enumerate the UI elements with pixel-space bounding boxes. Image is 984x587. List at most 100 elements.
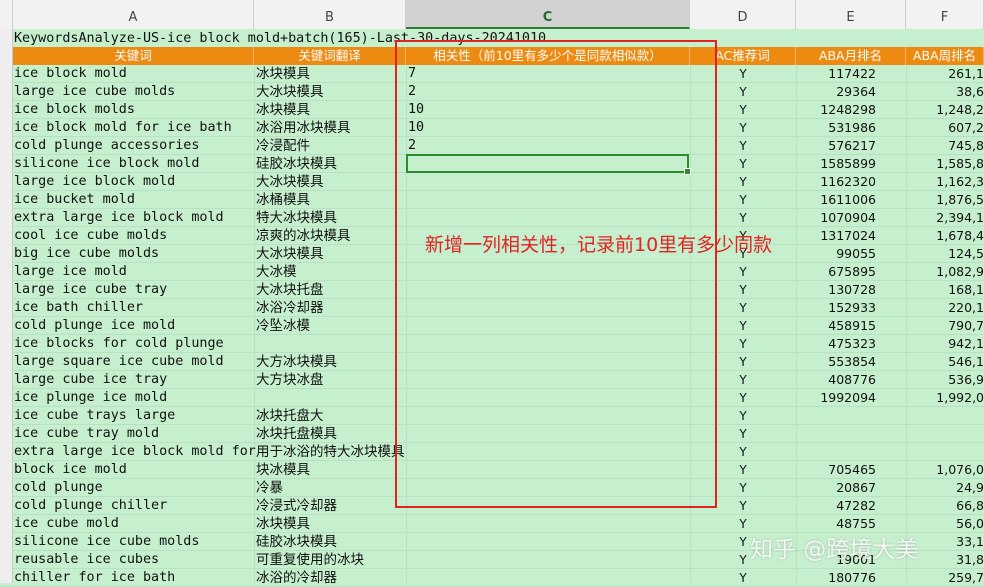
ac-recommend-cell[interactable]: Y xyxy=(690,443,796,461)
ac-recommend-cell[interactable]: Y xyxy=(690,83,796,101)
header-relevance[interactable]: 相关性（前10里有多少个是同款相似款） xyxy=(406,47,690,65)
aba-week-rank-cell[interactable]: 1,585,8 xyxy=(906,155,984,173)
translation-cell[interactable]: 硅胶冰块模具 xyxy=(256,155,337,173)
table-row[interactable]: chiller for ice bath 冰浴的冷却器 Y 180776 259,7 xyxy=(0,569,984,587)
keyword-cell[interactable]: cold plunge chiller xyxy=(14,497,167,515)
aba-week-rank-cell[interactable]: 66,8 xyxy=(906,497,984,515)
keyword-cell[interactable]: ice blocks for cold plunge xyxy=(14,335,224,353)
column-header-c[interactable]: C xyxy=(406,0,690,29)
keyword-cell[interactable]: ice block mold xyxy=(14,65,127,83)
keyword-cell[interactable]: ice block mold for ice bath xyxy=(14,119,232,137)
aba-week-rank-cell[interactable]: 1,076,0 xyxy=(906,461,984,479)
table-row[interactable]: ice cube tray mold 冰块托盘模具 Y xyxy=(0,425,984,443)
ac-recommend-cell[interactable]: Y xyxy=(690,191,796,209)
ac-recommend-cell[interactable]: Y xyxy=(690,173,796,191)
ac-recommend-cell[interactable]: Y xyxy=(690,101,796,119)
keyword-cell[interactable]: ice cube mold xyxy=(14,515,119,533)
translation-cell[interactable]: 冰块托盘模具 xyxy=(256,425,337,443)
ac-recommend-cell[interactable]: Y xyxy=(690,371,796,389)
aba-month-rank-cell[interactable]: 458915 xyxy=(796,317,876,335)
aba-week-rank-cell[interactable] xyxy=(906,425,984,443)
translation-cell[interactable]: 冷暴 xyxy=(256,479,283,497)
ac-recommend-cell[interactable]: Y xyxy=(690,155,796,173)
ac-recommend-cell[interactable]: Y xyxy=(690,209,796,227)
keyword-cell[interactable]: large ice block mold xyxy=(14,173,175,191)
aba-week-rank-cell[interactable]: 24,9 xyxy=(906,479,984,497)
translation-cell[interactable]: 冷浸式冷却器 xyxy=(256,497,337,515)
column-header-f[interactable]: F xyxy=(906,0,984,29)
keyword-cell[interactable]: chiller for ice bath xyxy=(14,569,175,587)
ac-recommend-cell[interactable]: Y xyxy=(690,461,796,479)
translation-cell[interactable]: 大冰模 xyxy=(256,263,297,281)
ac-recommend-cell[interactable]: Y xyxy=(690,317,796,335)
table-row[interactable]: ice block mold for ice bath 冰浴用冰块模具 10 Y 531… xyxy=(0,119,984,137)
translation-cell[interactable]: 凉爽的冰块模具 xyxy=(256,227,351,245)
table-row[interactable]: large ice cube tray 大冰块托盘 Y 130728 168,1 xyxy=(0,281,984,299)
keyword-cell[interactable]: big ice cube molds xyxy=(14,245,159,263)
table-row[interactable]: ice bucket mold 冰桶模具 Y 1611006 1,876,5 xyxy=(0,191,984,209)
translation-cell[interactable]: 冰浴的冷却器 xyxy=(256,569,337,587)
translation-cell[interactable]: 大方块冰盘 xyxy=(256,371,324,389)
keyword-cell[interactable]: cool ice cube molds xyxy=(14,227,167,245)
aba-week-rank-cell[interactable]: 261,1 xyxy=(906,65,984,83)
keyword-cell[interactable]: silicone ice block mold xyxy=(14,155,199,173)
keyword-cell[interactable]: extra large ice block mold for xyxy=(14,443,256,461)
relevance-cell[interactable]: 2 xyxy=(408,83,416,101)
aba-month-rank-cell[interactable] xyxy=(796,407,876,425)
aba-month-rank-cell[interactable]: 531986 xyxy=(796,119,876,137)
aba-week-rank-cell[interactable]: 1,678,4 xyxy=(906,227,984,245)
aba-week-rank-cell[interactable]: 745,8 xyxy=(906,137,984,155)
translation-cell[interactable]: 冷坠冰模 xyxy=(256,317,310,335)
table-row[interactable]: ice block molds 冰块模具 10 Y 1248298 1,248,2 xyxy=(0,101,984,119)
aba-week-rank-cell[interactable]: 259,7 xyxy=(906,569,984,587)
aba-month-rank-cell[interactable]: 130728 xyxy=(796,281,876,299)
keyword-cell[interactable]: reusable ice cubes xyxy=(14,551,159,569)
table-row[interactable]: ice plunge ice mold Y 1992094 1,992,0 xyxy=(0,389,984,407)
aba-week-rank-cell[interactable]: 942,1 xyxy=(906,335,984,353)
column-header-e[interactable]: E xyxy=(796,0,906,29)
ac-recommend-cell[interactable]: Y xyxy=(690,335,796,353)
translation-cell[interactable]: 可重复使用的冰块 xyxy=(256,551,364,569)
table-row[interactable]: cold plunge accessories 冷浸配件 2 Y 576217 745,8 xyxy=(0,137,984,155)
keyword-cell[interactable]: ice bath chiller xyxy=(14,299,143,317)
keyword-cell[interactable]: ice block molds xyxy=(14,101,135,119)
table-row[interactable]: large cube ice tray 大方块冰盘 Y 408776 536,9 xyxy=(0,371,984,389)
aba-month-rank-cell[interactable]: 675895 xyxy=(796,263,876,281)
table-row[interactable]: block ice mold 块冰模具 Y 705465 1,076,0 xyxy=(0,461,984,479)
ac-recommend-cell[interactable]: Y xyxy=(690,497,796,515)
keyword-cell[interactable]: ice cube tray mold xyxy=(14,425,159,443)
keyword-cell[interactable]: cold plunge accessories xyxy=(14,137,199,155)
relevance-cell[interactable]: 2 xyxy=(408,137,416,155)
keyword-cell[interactable]: large square ice cube mold xyxy=(14,353,224,371)
table-row[interactable]: large ice cube molds 大冰块模具 2 Y 29364 38,6 xyxy=(0,83,984,101)
fill-handle[interactable] xyxy=(684,168,691,175)
aba-month-rank-cell[interactable]: 152933 xyxy=(796,299,876,317)
translation-cell[interactable]: 用于冰浴的特大冰块模具 xyxy=(256,443,405,461)
translation-cell[interactable]: 冷浸配件 xyxy=(256,137,310,155)
aba-month-rank-cell[interactable]: 20867 xyxy=(796,479,876,497)
table-row[interactable]: large square ice cube mold 大方冰块模具 Y 553854 5… xyxy=(0,353,984,371)
header-ac-recommend[interactable]: AC推荐词 xyxy=(690,47,796,65)
header-keyword[interactable]: 关键词 xyxy=(13,47,254,65)
relevance-cell[interactable]: 10 xyxy=(408,119,424,137)
header-translation[interactable]: 关键词翻译 xyxy=(254,47,406,65)
relevance-cell[interactable]: 7 xyxy=(408,65,416,83)
ac-recommend-cell[interactable]: Y xyxy=(690,353,796,371)
translation-cell[interactable]: 冰块模具 xyxy=(256,515,310,533)
ac-recommend-cell[interactable]: Y xyxy=(690,389,796,407)
ac-recommend-cell[interactable]: Y xyxy=(690,479,796,497)
table-row[interactable]: ice blocks for cold plunge Y 475323 942,1 xyxy=(0,335,984,353)
translation-cell[interactable]: 大冰块模具 xyxy=(256,83,324,101)
table-row[interactable]: ice bath chiller 冰浴冷却器 Y 152933 220,1 xyxy=(0,299,984,317)
translation-cell[interactable]: 冰块模具 xyxy=(256,101,310,119)
aba-month-rank-cell[interactable]: 1248298 xyxy=(796,101,876,119)
keyword-cell[interactable]: ice cube trays large xyxy=(14,407,175,425)
translation-cell[interactable]: 硅胶冰块模具 xyxy=(256,533,337,551)
ac-recommend-cell[interactable]: Y xyxy=(690,65,796,83)
select-all-corner[interactable] xyxy=(0,0,13,29)
ac-recommend-cell[interactable]: Y xyxy=(690,569,796,587)
translation-cell[interactable]: 大冰块模具 xyxy=(256,245,324,263)
translation-cell[interactable]: 冰桶模具 xyxy=(256,191,310,209)
keyword-cell[interactable]: block ice mold xyxy=(14,461,127,479)
keyword-cell[interactable]: cold plunge ice mold xyxy=(14,317,175,335)
